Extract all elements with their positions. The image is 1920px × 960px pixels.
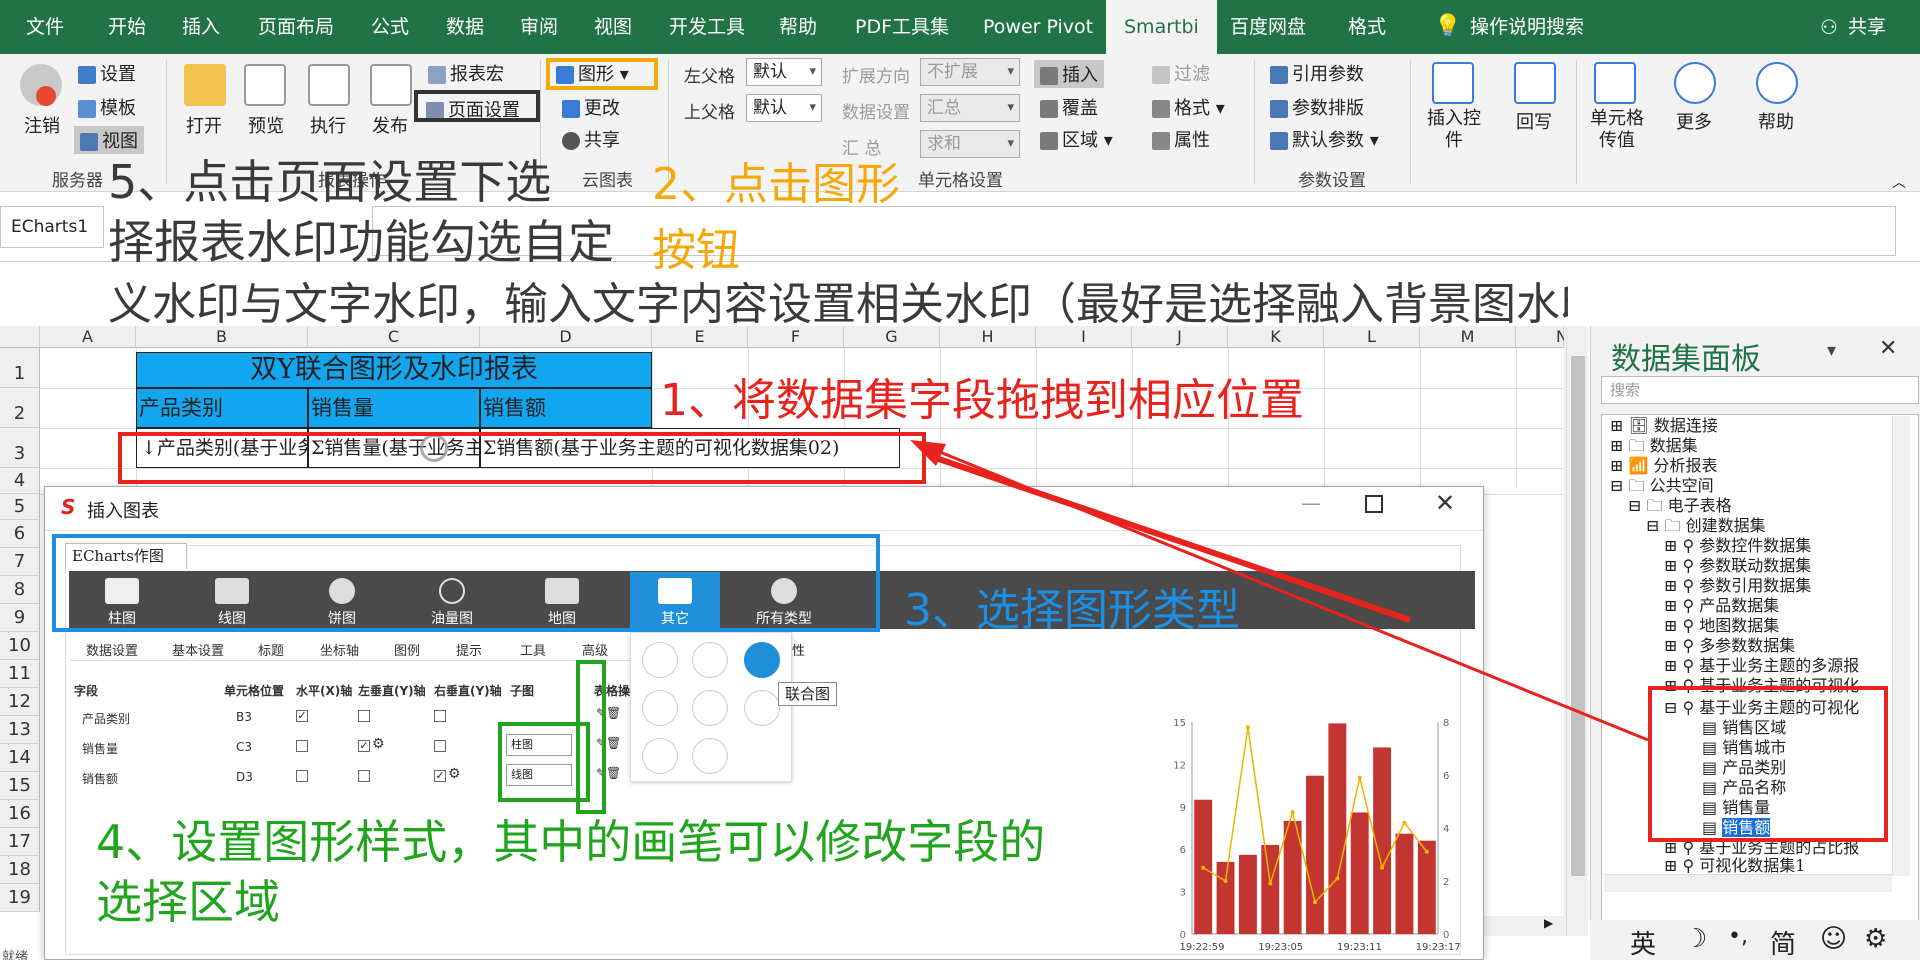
- annotation-step2-line2: 按钮: [652, 225, 740, 276]
- annotation-step5-line1: 5、点击页面设置下选: [108, 155, 552, 209]
- annotation-step5-line2: 择报表水印功能勾选自定: [108, 215, 614, 269]
- annotation-step2-line1: 2、点击图形: [652, 159, 900, 210]
- annotation-step1: 1、将数据集字段拖拽到相应位置: [660, 375, 1304, 426]
- annotation-step4-line2: 选择区域: [96, 875, 280, 929]
- annotation-step3: 3、选择图形类型: [904, 585, 1240, 636]
- annotation-step5-line3: 义水印与文字水印，输入文字内容设置相关水印（最好是选择融入背景图水印模式）: [108, 279, 1568, 330]
- annotation-step4-line1: 4、设置图形样式，其中的画笔可以修改字段的: [96, 815, 1046, 869]
